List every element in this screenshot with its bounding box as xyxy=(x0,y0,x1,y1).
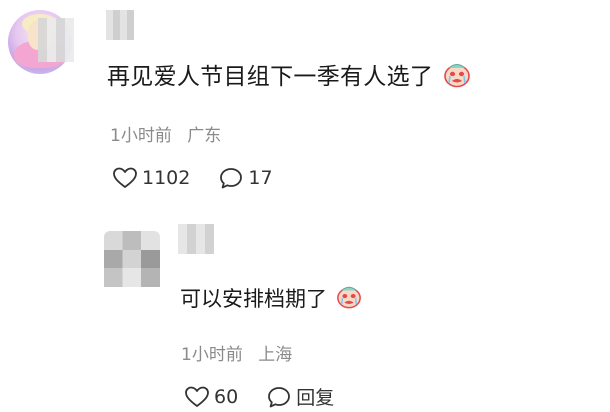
reply-location: 上海 xyxy=(258,345,293,365)
avatar-mosaic-row xyxy=(104,250,160,268)
reply-meta: 1小时前 上海 xyxy=(181,340,292,365)
reply-body: 可以安排档期了 xyxy=(180,287,327,311)
heart-icon xyxy=(185,386,209,407)
reply-username-mosaic[interactable] xyxy=(178,224,214,254)
heart-icon xyxy=(113,167,137,188)
comment-location: 广东 xyxy=(187,126,222,146)
reply-button[interactable]: 回复 xyxy=(266,383,334,410)
crying-face-emoji-icon xyxy=(336,284,362,318)
reply-time: 1小时前 xyxy=(181,345,243,365)
speech-bubble-icon xyxy=(220,168,243,189)
comment-actions: 1102 17 xyxy=(112,166,273,190)
avatar-mosaic-row xyxy=(104,268,160,287)
reply-like-button[interactable]: 60 xyxy=(184,385,238,409)
comment-body: 再见爱人节目组下一季有人选了 xyxy=(107,64,434,90)
reply-text: 可以安排档期了 xyxy=(180,284,362,318)
reply-actions: 60 回复 xyxy=(184,383,334,410)
crying-face-emoji-icon xyxy=(443,62,471,98)
avatar-mosaic-overlay xyxy=(38,18,74,62)
reply-like-count: 60 xyxy=(214,385,239,408)
reply-label: 回复 xyxy=(296,387,335,409)
reply-count-button[interactable]: 17 xyxy=(218,166,273,190)
comment-time: 1小时前 xyxy=(110,126,172,146)
like-count: 1102 xyxy=(142,167,191,189)
comment-meta: 1小时前 广东 xyxy=(110,121,221,146)
reply-count: 17 xyxy=(248,167,273,189)
reply-avatar[interactable] xyxy=(104,231,160,287)
username-mosaic[interactable] xyxy=(106,10,134,40)
like-button[interactable]: 1102 xyxy=(112,166,190,190)
comment-text: 再见爱人节目组下一季有人选了 xyxy=(107,60,471,98)
speech-bubble-icon xyxy=(268,386,291,407)
